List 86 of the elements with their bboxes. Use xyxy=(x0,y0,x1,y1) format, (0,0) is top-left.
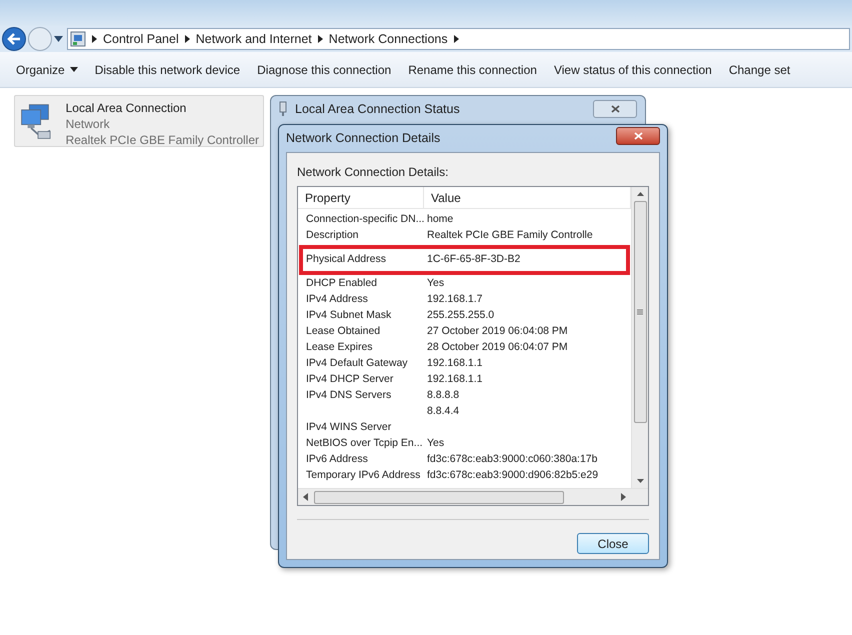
organize-menu[interactable]: Organize xyxy=(10,60,84,78)
value-cell: 1C-6F-65-8F-3D-B2 xyxy=(427,253,520,266)
window-title: Local Area Connection Status xyxy=(295,100,461,118)
property-cell: IPv4 Default Gateway xyxy=(306,357,408,370)
details-row[interactable]: 8.8.4.4 xyxy=(299,404,630,420)
property-cell: IPv4 Subnet Mask xyxy=(306,309,392,322)
property-cell: Connection-specific DN... xyxy=(306,213,424,226)
connection-device: Realtek PCIe GBE Family Controller xyxy=(66,132,259,148)
details-row[interactable]: DHCP Enabled Yes xyxy=(299,276,630,292)
close-icon xyxy=(634,132,642,140)
value-cell: home xyxy=(427,213,454,226)
chevron-right-icon[interactable] xyxy=(92,35,97,43)
vertical-scrollbar[interactable] xyxy=(631,187,648,488)
property-cell: Lease Obtained xyxy=(306,325,380,338)
close-icon xyxy=(610,105,620,113)
details-row[interactable]: IPv4 DNS Servers 8.8.8.8 xyxy=(299,388,630,404)
property-cell: IPv6 Address xyxy=(306,453,368,466)
details-row[interactable]: IPv4 Default Gateway 192.168.1.1 xyxy=(299,356,630,372)
details-row[interactable]: IPv4 Address 192.168.1.7 xyxy=(299,292,630,308)
toolbar-button[interactable]: Diagnose this connection xyxy=(251,60,398,78)
address-bar[interactable]: Control Panel Network and Internet Network Connections xyxy=(67,28,850,50)
right-arrow-icon[interactable] xyxy=(618,493,628,501)
close-button[interactable] xyxy=(593,100,637,118)
value-cell: fd3c:678c:eab3:9000:c060:380a:17b xyxy=(427,453,598,466)
value-cell: 192.168.1.1 xyxy=(427,373,482,386)
grip-icon xyxy=(637,309,643,315)
details-row[interactable]: Lease Obtained 27 October 2019 06:04:08 PM xyxy=(299,324,630,340)
close-dialog-button[interactable]: Close xyxy=(577,533,649,554)
chevron-right-icon[interactable] xyxy=(184,35,190,43)
list-label: Network Connection Details: xyxy=(297,164,450,181)
connection-network: Network xyxy=(66,116,111,132)
scrollbar-thumb[interactable] xyxy=(314,490,564,504)
value-cell: 255.255.255.0 xyxy=(427,309,494,322)
breadcrumb-item[interactable]: Network Connections xyxy=(328,30,448,48)
caret-icon xyxy=(70,67,78,72)
toolbar-button[interactable]: Disable this network device xyxy=(88,60,246,78)
value-cell: fd3c:678c:eab3:9000:d906:82b5:e29 xyxy=(427,469,598,482)
chevron-right-icon[interactable] xyxy=(318,35,323,43)
value-cell: 192.168.1.1 xyxy=(427,357,482,370)
network-plug-icon xyxy=(279,101,287,117)
value-cell: Realtek PCIe GBE Family Controlle xyxy=(427,229,593,242)
breadcrumb-item[interactable]: Network and Internet xyxy=(196,30,312,48)
breadcrumb-item[interactable]: Control Panel xyxy=(103,30,179,48)
scrollbar-thumb[interactable] xyxy=(634,201,646,423)
property-cell: IPv4 Address xyxy=(306,293,368,306)
value-cell: 8.8.8.8 xyxy=(427,389,460,402)
control-panel-icon xyxy=(70,31,86,47)
highlighted-row[interactable]: Physical Address 1C-6F-65-8F-3D-B2 xyxy=(299,245,630,275)
toolbar-button[interactable]: Change set xyxy=(722,60,796,78)
close-button[interactable] xyxy=(616,126,660,144)
property-cell: Physical Address xyxy=(306,253,386,266)
property-cell: IPv4 WINS Server xyxy=(306,421,392,434)
value-cell: 192.168.1.7 xyxy=(427,293,482,306)
details-row[interactable]: Connection-specific DN... home xyxy=(299,212,630,228)
property-cell: IPv4 DNS Servers xyxy=(306,389,392,402)
left-arrow-icon xyxy=(7,33,21,45)
details-row[interactable]: IPv6 Address fd3c:678c:eab3:9000:c060:380a:17b xyxy=(299,452,630,468)
toolbar-button[interactable]: View status of this connection xyxy=(548,60,718,78)
details-row[interactable]: NetBIOS over Tcpip En... Yes xyxy=(299,436,630,452)
details-row[interactable]: Lease Expires 28 October 2019 06:04:07 PM xyxy=(299,340,630,356)
connection-name: Local Area Connection xyxy=(66,100,188,116)
value-cell: Yes xyxy=(427,437,444,450)
property-cell: Temporary IPv6 Address xyxy=(306,469,420,482)
chevron-right-icon[interactable] xyxy=(454,35,459,43)
left-arrow-icon[interactable] xyxy=(301,493,311,501)
property-cell: Lease Expires xyxy=(306,341,373,354)
column-header[interactable]: Property xyxy=(298,187,424,208)
property-cell: DHCP Enabled xyxy=(306,277,378,290)
value-cell: Yes xyxy=(427,277,444,290)
toolbar-button[interactable]: Rename this connection xyxy=(402,60,543,78)
value-cell: 27 October 2019 06:04:08 PM xyxy=(427,325,568,338)
connection-item[interactable]: Local Area Connection Network Realtek PCIe GBE Family Controller xyxy=(14,95,264,147)
details-row[interactable]: IPv4 WINS Server xyxy=(299,420,630,436)
back-button[interactable] xyxy=(2,27,26,51)
details-row[interactable]: IPv4 Subnet Mask 255.255.255.0 xyxy=(299,308,630,324)
dialog-title: Network Connection Details xyxy=(286,130,442,148)
property-cell: IPv4 DHCP Server xyxy=(306,373,394,386)
details-row[interactable]: Temporary IPv6 Address fd3c:678c:eab3:9000:d906:82b5:e29 xyxy=(299,468,630,484)
horizontal-scrollbar[interactable] xyxy=(298,488,648,505)
details-row[interactable]: Description Realtek PCIe GBE Family Controlle xyxy=(299,228,630,244)
property-cell: Description xyxy=(306,229,359,242)
value-cell: 28 October 2019 06:04:07 PM xyxy=(427,341,568,354)
dropdown-arrow-icon[interactable] xyxy=(54,36,63,42)
value-cell: 8.8.4.4 xyxy=(427,405,460,418)
details-row[interactable]: IPv4 DHCP Server 192.168.1.1 xyxy=(299,372,630,388)
property-cell: NetBIOS over Tcpip En... xyxy=(306,437,423,450)
